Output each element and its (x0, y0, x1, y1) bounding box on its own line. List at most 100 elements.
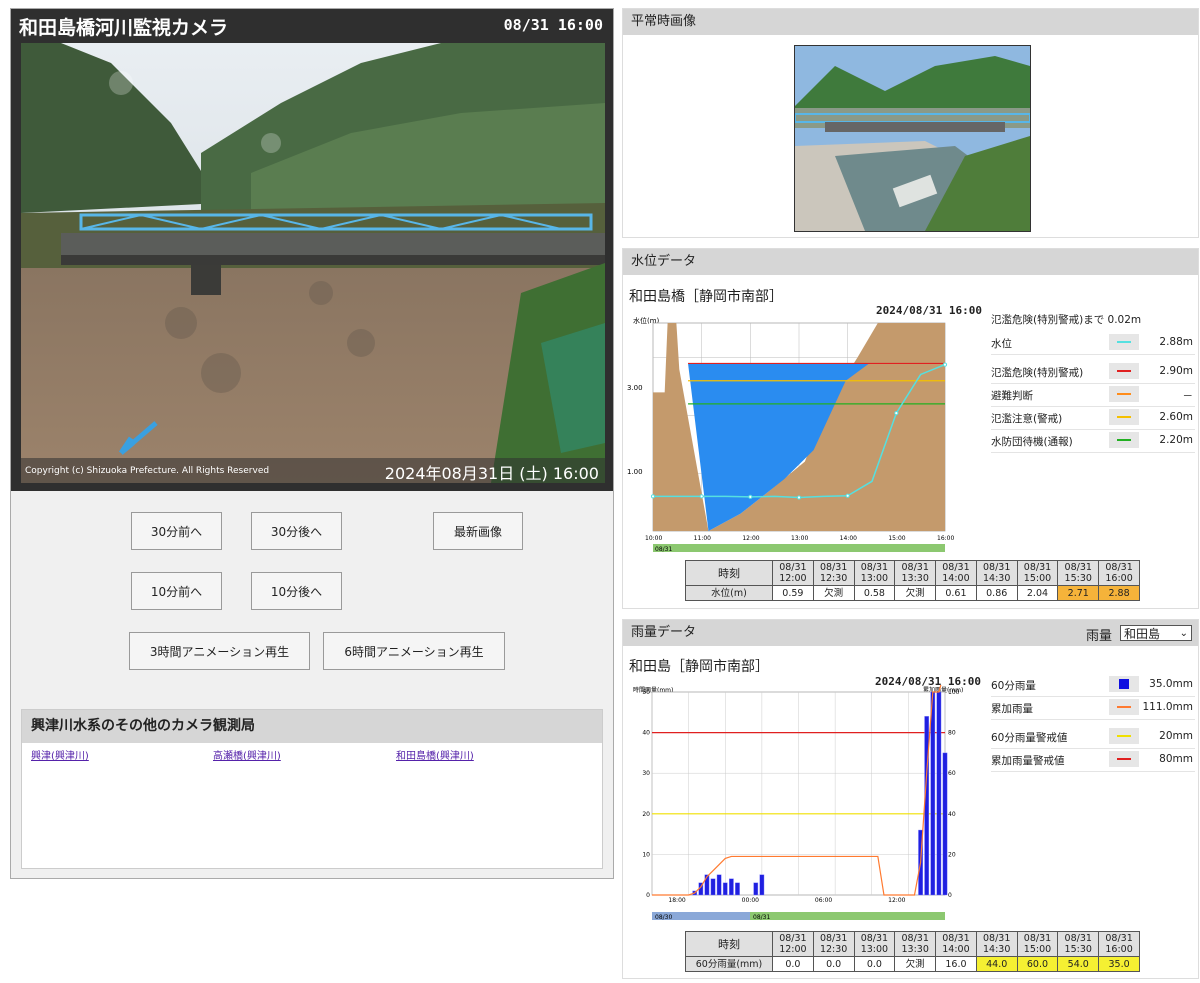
rain-legend-value: 20mm (1159, 730, 1193, 742)
water-legend-swatch (1109, 363, 1139, 379)
camera-link-okitsu[interactable]: 興津(興津川) (31, 747, 89, 762)
hourly-rain-bar (716, 874, 722, 896)
rain-table-value-1: 0.0 (812, 956, 855, 972)
station-select-value: 和田島 (1124, 627, 1161, 641)
rain-y-right-tick: 0 (948, 892, 952, 899)
water-legend-row: 氾濫注意(警戒) 2.60m (991, 407, 1195, 430)
water-legend-marker (1117, 341, 1131, 343)
water-legend-row: 避難判断 － (991, 384, 1195, 407)
play-6h-animation-button[interactable]: 6時間アニメーション再生 (323, 632, 505, 670)
water-legend-marker (1117, 370, 1131, 372)
station-select[interactable]: 和田島 ⌄ (1120, 625, 1192, 641)
rain-y-right-tick: 80 (948, 730, 956, 737)
rain-legend-marker (1117, 706, 1131, 708)
water-level-point (845, 493, 850, 498)
water-table-time-4: 08/31 14:00 (935, 560, 977, 586)
other-cameras-title: 興津川水系のその他のカメラ観測局 (22, 710, 602, 743)
water-legend-value: 2.90m (1159, 365, 1193, 377)
water-level-point (748, 494, 753, 500)
hourly-rain-bar (924, 716, 930, 896)
water-x-tick: 12:00 (742, 535, 759, 542)
camera-title: 和田島橋河川監視カメラ (19, 17, 229, 39)
water-x-tick: 16:00 (937, 535, 954, 542)
rain-legend-swatch (1109, 676, 1139, 692)
water-legend-label: 氾濫危険(特別警戒) (991, 367, 1084, 379)
camera-header: 和田島橋河川監視カメラ 08/31 16:00 Copyright (c) Sh… (11, 9, 613, 491)
water-table-value-8: 2.88 (1098, 585, 1140, 601)
water-legend-label: 水位 (991, 338, 1012, 350)
water-legend-label: 避難判断 (991, 390, 1033, 402)
water-table-time-3: 08/31 13:30 (894, 560, 937, 586)
rain-table-time-5: 08/31 14:30 (975, 931, 1018, 957)
rain-table-time-8: 08/31 16:00 (1098, 931, 1140, 957)
normal-image-title: 平常時画像 (623, 9, 1198, 35)
play-3h-animation-button[interactable]: 3時間アニメーション再生 (129, 632, 310, 670)
rain-legend-swatch (1109, 699, 1139, 715)
water-table-time-8: 08/31 16:00 (1098, 560, 1140, 586)
rainfall-table: 時刻 08/31 12:00 08/31 12:30 08/31 13:00 0… (685, 931, 1140, 972)
rain-legend-marker (1119, 679, 1129, 689)
rain-table-time-0: 08/31 12:00 (772, 931, 814, 957)
camera-link-wadajimabashi[interactable]: 和田島橋(興津川) (396, 747, 474, 762)
rain-y-right-tick: 60 (948, 770, 956, 777)
copyright-text: Copyright (c) Shizuoka Prefecture. All R… (25, 466, 270, 476)
water-x-tick: 10:00 (645, 535, 662, 542)
rain-table-value-3: 欠測 (894, 956, 937, 972)
water-x-tick: 15:00 (888, 535, 905, 542)
prev-10min-button[interactable]: 10分前へ (131, 572, 222, 610)
water-date-bar (653, 544, 945, 552)
normal-image (794, 45, 1031, 232)
rainfall-chart: 時間雨量(mm) 累加雨量(mm) 5040302010010080604020… (633, 685, 963, 921)
hourly-rain-bar (930, 691, 936, 896)
next-10min-button[interactable]: 10分後へ (251, 572, 342, 610)
water-legend-label: 氾濫注意(警戒) (991, 413, 1063, 425)
rain-table-value-6: 60.0 (1016, 956, 1059, 972)
photo-timestamp: 2024年08月31日 (土) 16:00 (384, 464, 599, 483)
camera-link-takasebashi[interactable]: 高瀬橋(興津川) (213, 747, 281, 762)
camera-panel: 和田島橋河川監視カメラ 08/31 16:00 Copyright (c) Sh… (10, 8, 614, 879)
rain-legend-label: 60分雨量 (991, 680, 1036, 692)
rain-table-header-time: 時刻 (685, 931, 773, 957)
water-note: 氾濫危険(特別警戒)まで 0.02m (991, 314, 1142, 326)
water-legend-swatch (1109, 386, 1139, 402)
camera-time: 08/31 16:00 (503, 16, 603, 34)
rain-legend-value: 35.0mm (1149, 678, 1193, 690)
next-30min-button[interactable]: 30分後へ (251, 512, 342, 550)
rain-table-value-0: 0.0 (772, 956, 814, 972)
water-legend-swatch (1109, 409, 1139, 425)
water-table-value-0: 0.59 (772, 585, 814, 601)
rain-y-left-tick: 20 (642, 811, 650, 818)
water-table-value-3: 欠測 (894, 585, 937, 601)
water-level-point (699, 494, 704, 499)
rain-table-value-7: 54.0 (1057, 956, 1100, 972)
water-station-name: 和田島橋［静岡市南部］ (629, 289, 783, 305)
water-table-time-6: 08/31 15:00 (1016, 560, 1059, 586)
water-date-label: 08/31 (655, 546, 672, 553)
water-table-time-2: 08/31 13:00 (853, 560, 896, 586)
water-legend-value: 2.88m (1159, 336, 1193, 348)
rain-y-left-tick: 50 (642, 689, 650, 696)
rain-legend-label: 60分雨量警戒値 (991, 732, 1068, 744)
water-table-row-label: 水位(m) (685, 585, 773, 601)
water-legend-marker (1117, 439, 1131, 441)
rain-legend-row: 累加雨量 111.0mm (991, 697, 1195, 720)
latest-image-button[interactable]: 最新画像 (433, 512, 523, 550)
water-table-time-0: 08/31 12:00 (772, 560, 814, 586)
rain-legend-value: 80mm (1159, 753, 1193, 765)
water-x-tick: 14:00 (840, 535, 857, 542)
river-camera-photo (21, 43, 605, 483)
water-level-panel: 水位データ 和田島橋［静岡市南部］ 2024/08/31 16:00 水位(m)… (622, 248, 1199, 609)
water-legend-marker (1117, 416, 1131, 418)
rain-legend-marker (1117, 758, 1131, 760)
hourly-rain-bar (729, 878, 734, 896)
normal-image-panel: 平常時画像 (622, 8, 1199, 238)
water-table-value-5: 0.86 (975, 585, 1018, 601)
rain-table-time-1: 08/31 12:30 (812, 931, 855, 957)
water-table-value-6: 2.04 (1016, 585, 1059, 601)
rain-table-value-4: 16.0 (935, 956, 977, 972)
rain-x-tick: 00:00 (742, 897, 759, 904)
water-legend-value: 2.20m (1159, 434, 1193, 446)
rain-legend-row: 60分雨量警戒値 20mm (991, 726, 1195, 749)
rain-y-right-tick: 100 (948, 689, 960, 696)
prev-30min-button[interactable]: 30分前へ (131, 512, 222, 550)
